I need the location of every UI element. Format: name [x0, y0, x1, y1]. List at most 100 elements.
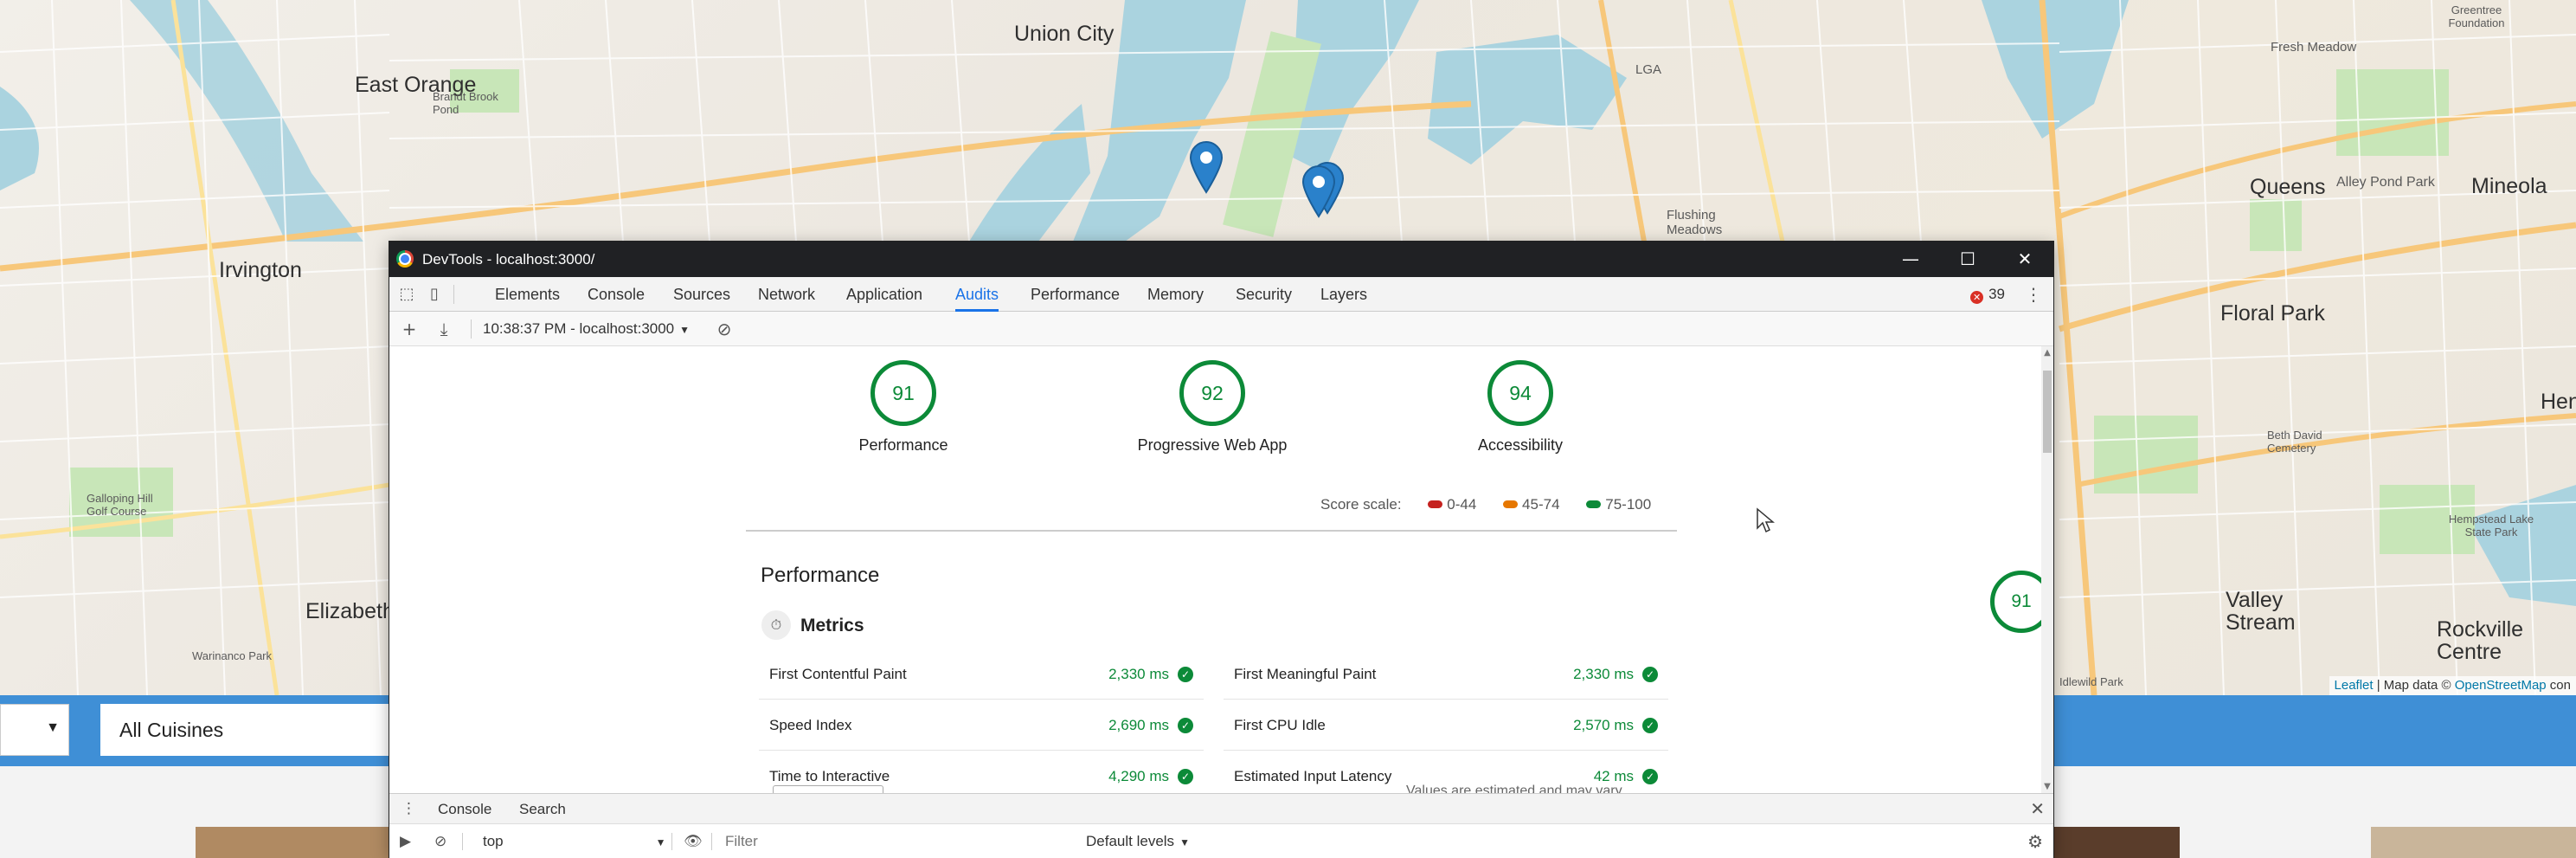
more-options-icon[interactable]: ⋮: [2020, 277, 2046, 312]
restaurant-image[interactable]: [2371, 827, 2576, 858]
map-label: Brandt Brook Pond: [433, 90, 498, 116]
tab-application[interactable]: Application: [846, 277, 922, 312]
tab-performance[interactable]: Performance: [1031, 277, 1120, 312]
chevron-down-icon: ▼: [46, 720, 60, 735]
error-count: 39: [1988, 286, 2005, 302]
metric-value: 2,570 ms: [1573, 717, 1634, 733]
performance-section-title: Performance: [761, 564, 880, 587]
tab-security[interactable]: Security: [1236, 277, 1292, 312]
toolbar-divider: [671, 833, 672, 850]
map-label: Alley Pond Park: [2336, 175, 2435, 190]
toolbar-divider: [453, 285, 454, 304]
scale-swatch-pass: [1586, 500, 1602, 508]
drawer-tab-console[interactable]: Console: [438, 794, 491, 824]
openstreetmap-link[interactable]: OpenStreetMap: [2455, 678, 2547, 693]
map-marker-icon[interactable]: [1301, 165, 1336, 218]
window-title: DevTools - localhost:3000/: [422, 251, 595, 268]
performance-section-gauge: 91: [1990, 571, 2041, 633]
metric-value: 2,690 ms: [1108, 717, 1169, 733]
tab-console[interactable]: Console: [588, 277, 645, 312]
console-filter-input[interactable]: [718, 829, 1082, 854]
chevron-down-icon: ▼: [679, 324, 691, 336]
map-label: Flushing Meadows: [1667, 208, 1723, 237]
metric-value: 2,330 ms: [1573, 666, 1634, 682]
accessibility-score-gauge[interactable]: 94: [1487, 360, 1553, 426]
performance-score-gauge[interactable]: 91: [870, 360, 936, 426]
console-drawer: ⋮ Console Search ✕ ▶ ⊘ top ▼ 👁 Default le…: [389, 793, 2053, 858]
neighborhoods-select[interactable]: ▼: [0, 704, 69, 756]
metric-name: First CPU Idle: [1234, 717, 1326, 733]
error-count-badge[interactable]: ✕ 39: [1970, 277, 2005, 312]
scroll-down-icon[interactable]: ▼: [2041, 782, 2053, 791]
toolbar-divider: [471, 319, 472, 339]
map-marker-icon[interactable]: [1189, 140, 1224, 194]
window-titlebar[interactable]: DevTools - localhost:3000/ — ☐ ✕: [389, 242, 2053, 277]
chrome-icon: [396, 250, 414, 268]
minimize-button[interactable]: —: [1882, 242, 1939, 277]
console-settings-gear-icon[interactable]: ⚙: [2027, 824, 2043, 858]
close-button[interactable]: ✕: [1996, 242, 2053, 277]
toolbar-divider: [462, 833, 463, 850]
scroll-up-icon[interactable]: ▲: [2041, 348, 2053, 358]
close-drawer-icon[interactable]: ✕: [2030, 794, 2045, 824]
map-label: Union City: [1014, 22, 1115, 46]
scrollbar-thumb[interactable]: [2043, 371, 2052, 453]
clear-console-icon[interactable]: ⊘: [434, 824, 446, 858]
log-levels-selector[interactable]: Default levels ▼: [1086, 824, 1190, 858]
live-expression-eye-icon[interactable]: 👁: [684, 824, 703, 858]
devtools-window: DevTools - localhost:3000/ — ☐ ✕ ⬚ ▯ Ele…: [389, 242, 2053, 858]
tab-network[interactable]: Network: [758, 277, 815, 312]
pwa-score-label: Progressive Web App: [1137, 436, 1288, 454]
map-label: Hempstead Lake State Park: [2448, 513, 2534, 539]
map-label: Elizabeth: [305, 599, 395, 623]
view-trace-button[interactable]: [773, 785, 883, 793]
scale-range-average: 45-74: [1522, 496, 1560, 513]
metrics-title: Metrics: [800, 616, 864, 635]
report-scrollbar[interactable]: ▲ ▼: [2041, 346, 2053, 793]
tab-sources[interactable]: Sources: [673, 277, 730, 312]
maximize-button[interactable]: ☐: [1939, 242, 1996, 277]
console-sidebar-icon[interactable]: ▶: [400, 824, 411, 858]
attribution-text: | Map data ©: [2373, 678, 2455, 693]
pwa-score-gauge[interactable]: 92: [1179, 360, 1245, 426]
audits-toolbar: + ⤓ 10:38:37 PM - localhost:3000 ▼ ⊘: [389, 312, 2053, 346]
restaurant-image[interactable]: [196, 827, 391, 858]
pass-check-icon: ✓: [1178, 718, 1193, 733]
metric-row: First Meaningful Paint 2,330 ms ✓: [1224, 648, 1668, 700]
map-label: Valley Stream: [2226, 588, 2296, 635]
drawer-menu-icon[interactable]: ⋮: [401, 794, 416, 824]
download-report-button[interactable]: ⤓: [429, 312, 459, 346]
toolbar-divider: [711, 833, 712, 850]
map-attribution: Leaflet | Map data © OpenStreetMap con: [2329, 676, 2576, 695]
leaflet-link[interactable]: Leaflet: [2335, 678, 2374, 693]
context-selector-value: top: [483, 833, 504, 849]
scale-swatch-average: [1503, 500, 1519, 508]
tab-audits[interactable]: Audits: [955, 277, 999, 312]
device-toolbar-icon[interactable]: ▯: [419, 277, 450, 312]
map-label: Beth David Cemetery: [2267, 429, 2322, 455]
map-label: Greentree Foundation: [2448, 3, 2505, 29]
stopwatch-icon: ⏱: [761, 610, 791, 640]
tab-elements[interactable]: Elements: [495, 277, 560, 312]
map-label: Rockville Centre: [2437, 617, 2524, 664]
log-levels-value: Default levels: [1086, 833, 1175, 849]
scale-range-pass: 75-100: [1605, 496, 1652, 513]
restaurant-image[interactable]: [2053, 827, 2180, 858]
console-toolbar: ▶ ⊘ top ▼ 👁 Default levels ▼ ⚙: [389, 824, 2053, 858]
map-label: Queens: [2250, 175, 2326, 199]
report-selector-label: 10:38:37 PM - localhost:3000: [483, 320, 675, 337]
tab-memory[interactable]: Memory: [1147, 277, 1204, 312]
new-audit-button[interactable]: +: [395, 312, 424, 346]
scale-range-fail: 0-44: [1447, 496, 1477, 513]
mouse-cursor-icon: [1757, 507, 1775, 533]
performance-score-label: Performance: [858, 436, 948, 454]
drawer-tab-search[interactable]: Search: [519, 794, 566, 824]
accessibility-score-label: Accessibility: [1477, 436, 1564, 454]
inspect-element-icon[interactable]: ⬚: [391, 277, 422, 312]
cuisines-select[interactable]: All Cuisines: [100, 704, 395, 756]
report-selector[interactable]: 10:38:37 PM - localhost:3000 ▼: [483, 312, 690, 347]
context-selector[interactable]: top ▼: [483, 824, 666, 858]
metrics-estimate-note: Values are estimated and may vary.: [1406, 784, 1625, 793]
tab-layers[interactable]: Layers: [1320, 277, 1367, 312]
clear-all-icon[interactable]: ⊘: [710, 312, 739, 346]
